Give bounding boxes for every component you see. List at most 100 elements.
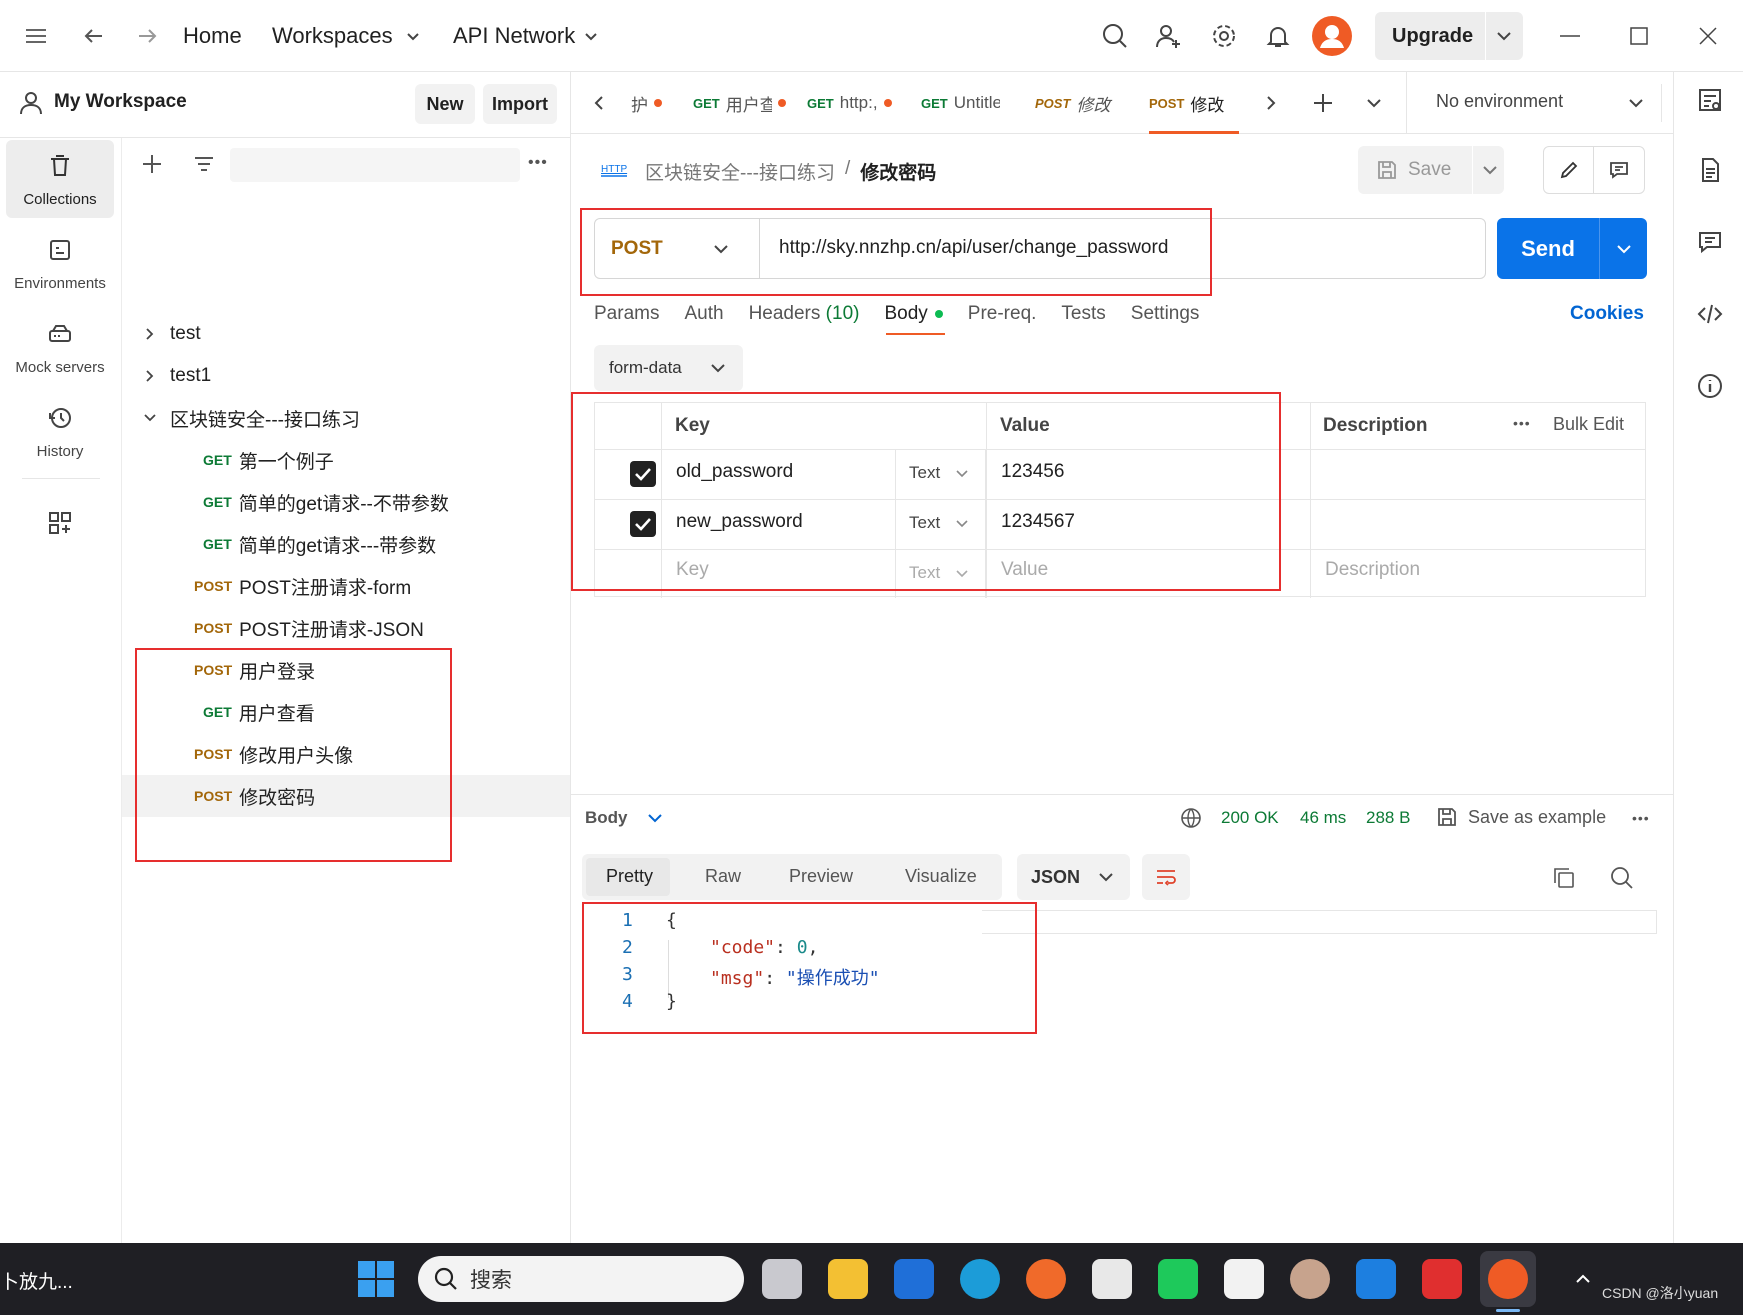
view-preview[interactable]: Preview	[789, 866, 853, 887]
tab-tests[interactable]: Tests	[1061, 303, 1105, 325]
chevron-down-icon[interactable]	[1479, 159, 1501, 181]
new-tab-plus-icon[interactable]	[1311, 91, 1335, 115]
upgrade-button[interactable]: Upgrade	[1375, 12, 1523, 60]
close-window-icon[interactable]	[1694, 22, 1722, 50]
comments-icon[interactable]	[1696, 228, 1724, 256]
view-raw[interactable]: Raw	[705, 866, 741, 887]
new-button[interactable]: New	[415, 84, 475, 124]
chevron-up-icon[interactable]	[1573, 1269, 1593, 1289]
tab-params[interactable]: Params	[594, 303, 659, 325]
task-view-icon[interactable]	[762, 1259, 802, 1299]
tab-body[interactable]: Body	[884, 303, 943, 325]
notification-bell-icon[interactable]	[1264, 22, 1292, 50]
postman-app-icon[interactable]	[1488, 1259, 1528, 1299]
tab-settings[interactable]: Settings	[1131, 303, 1200, 325]
collection-search-input[interactable]	[230, 148, 520, 182]
tab-item[interactable]: GET Untitle	[921, 72, 1021, 134]
search-icon[interactable]	[1101, 22, 1129, 50]
view-visualize[interactable]: Visualize	[905, 866, 977, 887]
edit-pencil-button[interactable]	[1544, 147, 1594, 193]
tree-item-blockchain-collection[interactable]: 区块链安全---接口练习	[122, 397, 570, 439]
tab-auth[interactable]: Auth	[684, 303, 723, 325]
more-options-icon[interactable]: •••	[528, 154, 548, 172]
lanxin-app-icon[interactable]	[1356, 1259, 1396, 1299]
tab-prereq[interactable]: Pre-req.	[968, 303, 1037, 325]
nav-api-network[interactable]: API Network	[453, 0, 601, 72]
nav-collections[interactable]: Collections	[6, 140, 114, 218]
code-snippet-icon[interactable]	[1696, 300, 1724, 328]
add-collection-icon[interactable]	[140, 152, 164, 176]
response-size[interactable]: 288 B	[1366, 808, 1410, 828]
environment-selector[interactable]: No environment	[1436, 91, 1563, 112]
taskbar-search-box[interactable]: 搜索	[418, 1256, 744, 1302]
tree-request-item[interactable]: GET 简单的get请求--不带参数	[122, 481, 570, 523]
documentation-icon[interactable]	[1696, 156, 1724, 184]
forward-arrow-icon[interactable]	[133, 22, 161, 50]
chevron-left-icon[interactable]	[589, 93, 609, 113]
maximize-window-icon[interactable]	[1625, 22, 1653, 50]
tree-request-item[interactable]: POST POST注册请求-form	[122, 565, 570, 607]
firefox-browser-icon[interactable]	[1026, 1259, 1066, 1299]
copy-icon[interactable]	[1552, 866, 1576, 890]
response-status[interactable]: 200 OK	[1221, 808, 1279, 828]
configure-apps-icon[interactable]	[47, 510, 73, 536]
cookies-link[interactable]: Cookies	[1570, 303, 1644, 325]
environment-quick-look-icon[interactable]	[1696, 86, 1724, 114]
send-button[interactable]: Send	[1497, 218, 1647, 279]
baidu-netdisk-icon[interactable]	[1224, 1259, 1264, 1299]
response-format-select[interactable]: JSON	[1017, 854, 1130, 900]
table-more-icon[interactable]: •••	[1513, 415, 1531, 431]
chevron-right-icon[interactable]	[1261, 93, 1281, 113]
breadcrumb-parent[interactable]: 区块链安全---接口练习	[645, 158, 835, 185]
filter-icon[interactable]	[192, 152, 216, 176]
tab-headers[interactable]: Headers (10)	[749, 303, 860, 325]
minimize-window-icon[interactable]	[1556, 22, 1584, 50]
search-icon[interactable]	[1610, 866, 1634, 890]
breadcrumb-current[interactable]: 修改密码	[860, 158, 936, 185]
chevron-down-icon[interactable]	[1486, 26, 1522, 46]
body-mode-select[interactable]: form-data	[594, 345, 743, 391]
save-button[interactable]: Save	[1358, 146, 1504, 194]
nav-home[interactable]: Home	[183, 0, 242, 72]
nav-environments[interactable]: Environments	[6, 224, 114, 302]
response-time[interactable]: 46 ms	[1300, 808, 1346, 828]
response-more-icon[interactable]: •••	[1632, 810, 1650, 826]
windows-start-icon[interactable]	[358, 1261, 394, 1297]
edge-browser-icon[interactable]	[960, 1259, 1000, 1299]
nav-history[interactable]: History	[6, 392, 114, 470]
tree-request-item[interactable]: GET 简单的get请求---带参数	[122, 523, 570, 565]
wechat-icon[interactable]	[1158, 1259, 1198, 1299]
app-shield-icon[interactable]	[894, 1259, 934, 1299]
microsoft-store-icon[interactable]	[1092, 1259, 1132, 1299]
wrap-lines-button[interactable]	[1142, 854, 1190, 900]
tabs-dropdown-chevron-icon[interactable]	[1364, 93, 1384, 113]
chevron-down-icon[interactable]	[1626, 93, 1646, 113]
nav-workspaces[interactable]: Workspaces	[272, 0, 423, 72]
settings-gear-icon[interactable]	[1210, 22, 1238, 50]
tab-item[interactable]: GET http:,	[807, 72, 907, 134]
hamburger-menu-icon[interactable]	[22, 22, 50, 50]
import-button[interactable]: Import	[483, 84, 557, 124]
new-description-input[interactable]: Description	[1325, 559, 1420, 581]
globe-icon[interactable]	[1180, 807, 1202, 829]
chevron-right-icon[interactable]	[142, 368, 158, 384]
tree-item-test[interactable]: test	[122, 313, 570, 355]
tab-item[interactable]: GET 用户查	[693, 72, 793, 134]
tab-item-active[interactable]: POST 修改	[1149, 72, 1249, 134]
chevron-right-icon[interactable]	[142, 326, 158, 342]
tab-item[interactable]: POST 修改	[1035, 72, 1135, 134]
back-arrow-icon[interactable]	[80, 22, 108, 50]
user-photo-app-icon[interactable]	[1290, 1259, 1330, 1299]
invite-user-icon[interactable]	[1155, 22, 1183, 50]
pdf-app-icon[interactable]	[1422, 1259, 1462, 1299]
comments-button[interactable]	[1594, 147, 1644, 193]
response-body-select[interactable]: Body	[585, 808, 664, 828]
view-pretty[interactable]: Pretty	[606, 866, 653, 887]
tree-item-test1[interactable]: test1	[122, 355, 570, 397]
user-avatar[interactable]	[1312, 16, 1352, 56]
file-explorer-icon[interactable]	[828, 1259, 868, 1299]
bulk-edit-link[interactable]: Bulk Edit	[1553, 414, 1624, 435]
tree-request-item[interactable]: POST POST注册请求-JSON	[122, 607, 570, 649]
taskbar-widget-text[interactable]: 卜放九...	[0, 1267, 73, 1294]
info-icon[interactable]	[1696, 372, 1724, 400]
